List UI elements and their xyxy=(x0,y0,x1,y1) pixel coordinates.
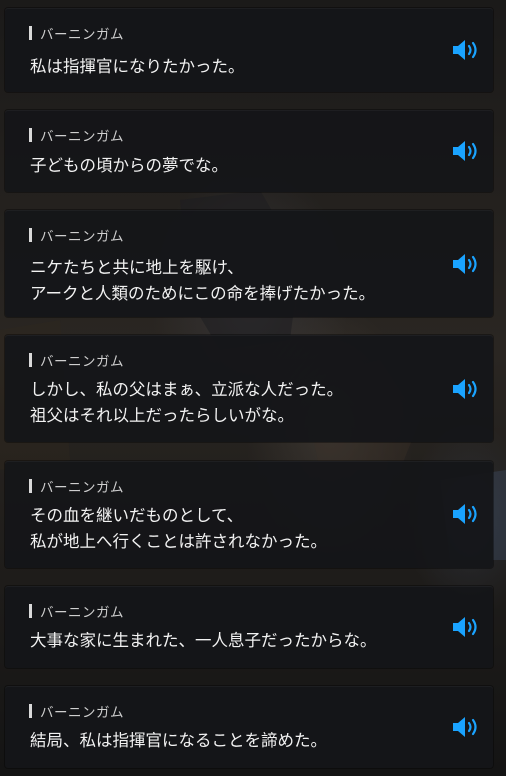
speaker-volume-icon xyxy=(453,717,477,737)
speaker-tag: バーニンガム xyxy=(29,127,124,145)
dialogue-entry: バーニンガム しかし、私の父はまぁ、立派な人だった。 祖父はそれ以上だったらしい… xyxy=(5,335,493,442)
speaker-volume-icon xyxy=(453,40,477,60)
speaker-marker xyxy=(29,479,32,493)
dialogue-line: 祖父はそれ以上だったらしいがな。 xyxy=(30,406,294,425)
speaker-tag: バーニンガム xyxy=(29,352,124,370)
speaker-tag: バーニンガム xyxy=(29,25,124,43)
voice-replay-button[interactable] xyxy=(451,614,483,640)
dialogue-entry: バーニンガム 大事な家に生まれた、一人息子だったからな。 xyxy=(5,586,493,668)
dialogue-entry: バーニンガム その血を継いだものとして、 私が地上へ行くことは許されなかった。 xyxy=(5,461,493,568)
speaker-tag: バーニンガム xyxy=(29,478,124,496)
dialogue-entry: バーニンガム 私は指揮官になりたかった。 xyxy=(5,8,493,92)
dialogue-text: 結局、私は指揮官になることを諦めた。 xyxy=(30,728,327,754)
speaker-marker xyxy=(29,353,32,367)
speaker-volume-icon xyxy=(453,379,477,399)
speaker-name: バーニンガム xyxy=(40,705,124,721)
dialogue-line: しかし、私の父はまぁ、立派な人だった。 xyxy=(30,380,344,399)
speaker-name: バーニンガム xyxy=(40,480,124,496)
dialogue-text: 大事な家に生まれた、一人息子だったからな。 xyxy=(30,628,377,654)
dialogue-entry: バーニンガム 結局、私は指揮官になることを諦めた。 xyxy=(5,686,493,768)
speaker-name: バーニンガム xyxy=(40,354,124,370)
speaker-marker xyxy=(29,228,32,242)
speaker-volume-icon xyxy=(453,617,477,637)
speaker-tag: バーニンガム xyxy=(29,227,124,245)
speaker-marker xyxy=(29,26,32,40)
speaker-name: バーニンガム xyxy=(40,27,124,43)
speaker-volume-icon xyxy=(453,254,477,274)
voice-replay-button[interactable] xyxy=(451,251,483,277)
speaker-name: バーニンガム xyxy=(40,229,124,245)
dialogue-line: ニケたちと共に地上を駆け、 xyxy=(30,258,244,277)
speaker-volume-icon xyxy=(453,141,477,161)
speaker-name: バーニンガム xyxy=(40,129,124,145)
dialogue-line: 結局、私は指揮官になることを諦めた。 xyxy=(30,731,327,750)
speaker-tag: バーニンガム xyxy=(29,603,124,621)
dialogue-line: 大事な家に生まれた、一人息子だったからな。 xyxy=(30,631,377,650)
dialogue-text: その血を継いだものとして、 私が地上へ行くことは許されなかった。 xyxy=(30,503,327,555)
voice-replay-button[interactable] xyxy=(451,714,483,740)
voice-replay-button[interactable] xyxy=(451,37,483,63)
speaker-volume-icon xyxy=(453,504,477,524)
dialogue-log-list[interactable]: バーニンガム 私は指揮官になりたかった。 バーニンガム 子どもの頃からの夢でな。 xyxy=(0,0,506,776)
dialogue-line: アークと人類のためにこの命を捧げたかった。 xyxy=(30,284,376,303)
speaker-tag: バーニンガム xyxy=(29,703,124,721)
dialogue-line: 私が地上へ行くことは許されなかった。 xyxy=(30,532,327,551)
dialogue-entry: バーニンガム ニケたちと共に地上を駆け、 アークと人類のためにこの命を捧げたかっ… xyxy=(5,210,493,317)
dialogue-text: 子どもの頃からの夢でな。 xyxy=(30,153,228,179)
dialogue-text: ニケたちと共に地上を駆け、 アークと人類のためにこの命を捧げたかった。 xyxy=(30,255,375,307)
dialogue-line: 私は指揮官になりたかった。 xyxy=(30,57,245,76)
dialogue-entry: バーニンガム 子どもの頃からの夢でな。 xyxy=(5,110,493,192)
dialogue-line: その血を継いだものとして、 xyxy=(30,506,244,525)
speaker-marker xyxy=(29,604,32,618)
dialogue-text: 私は指揮官になりたかった。 xyxy=(30,54,245,80)
dialogue-line: 子どもの頃からの夢でな。 xyxy=(30,156,228,175)
speaker-marker xyxy=(29,704,32,718)
voice-replay-button[interactable] xyxy=(451,138,483,164)
dialogue-text: しかし、私の父はまぁ、立派な人だった。 祖父はそれ以上だったらしいがな。 xyxy=(30,377,343,429)
voice-replay-button[interactable] xyxy=(451,376,483,402)
speaker-name: バーニンガム xyxy=(40,605,124,621)
voice-replay-button[interactable] xyxy=(451,501,483,527)
speaker-marker xyxy=(29,128,32,142)
